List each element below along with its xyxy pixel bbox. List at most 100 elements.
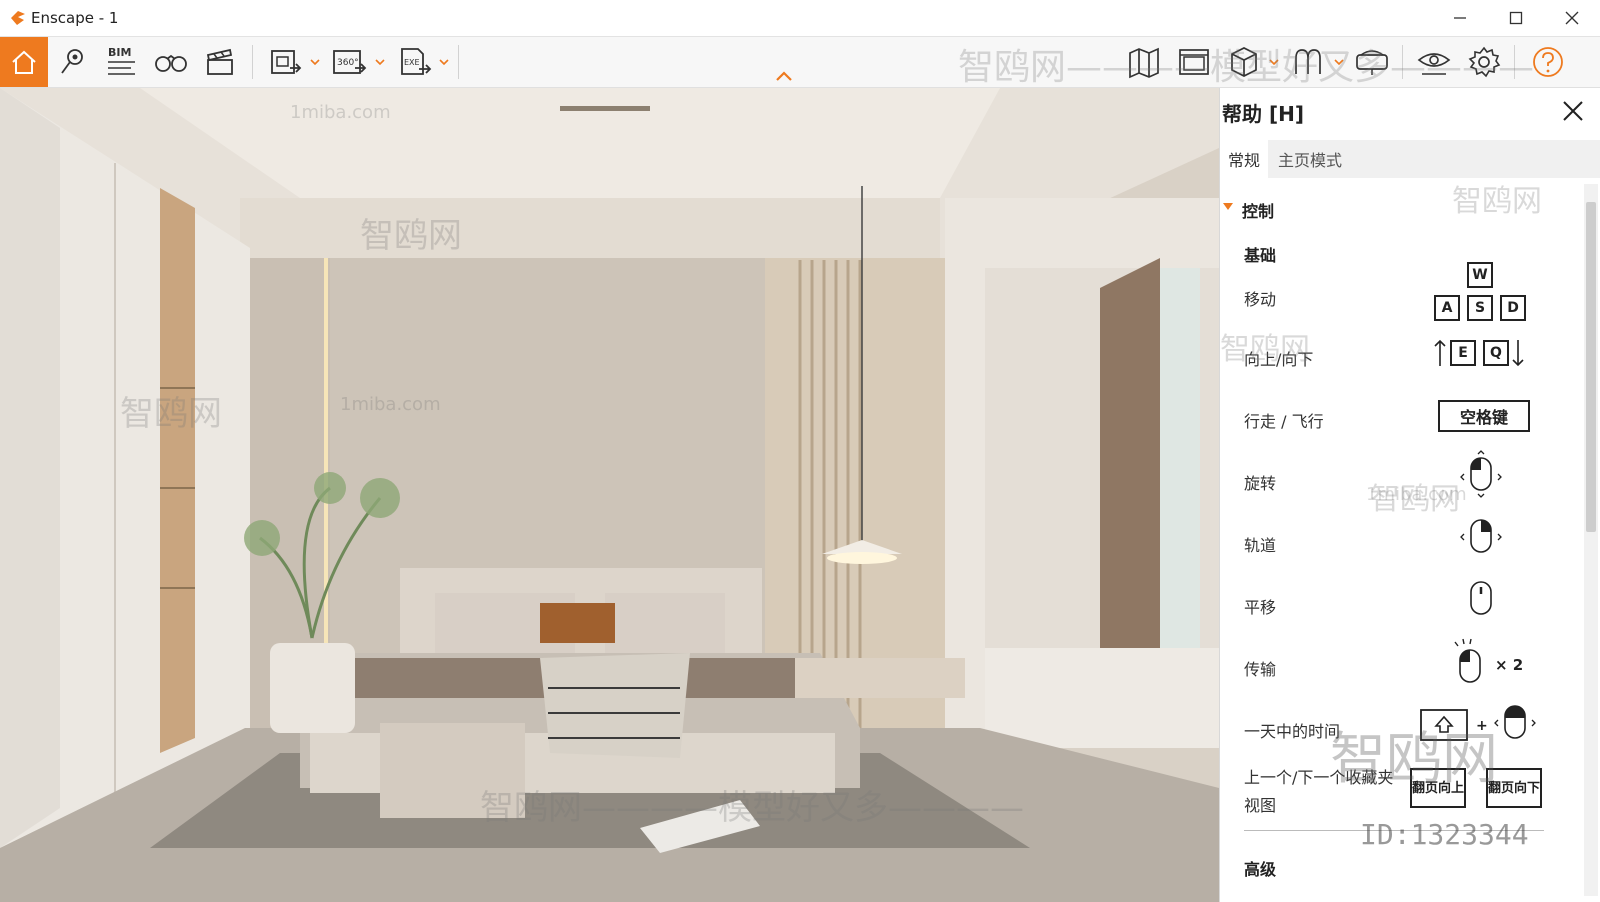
row-up-down-label: 向上/向下 xyxy=(1244,350,1314,369)
settings-gear-icon xyxy=(1468,46,1501,78)
tab-general[interactable]: 常规 xyxy=(1220,140,1269,178)
double-click-count: × 2 xyxy=(1495,656,1524,674)
bim-icon: BIM xyxy=(108,46,135,75)
caret-down-icon[interactable] xyxy=(1222,200,1234,212)
home-button[interactable] xyxy=(0,37,48,87)
toolbar-separator xyxy=(458,45,459,79)
key-s: S xyxy=(1467,295,1493,321)
view-management-icon xyxy=(1179,49,1209,75)
watermark-site: 1miba.com xyxy=(1366,484,1467,505)
help-icon xyxy=(1533,47,1563,77)
svg-text:360°: 360° xyxy=(337,58,359,68)
chevron-up-icon[interactable] xyxy=(774,69,794,83)
maximize-button[interactable] xyxy=(1488,0,1544,36)
settings-button[interactable] xyxy=(1464,42,1504,82)
home-icon xyxy=(12,50,36,74)
bedroom-render-image xyxy=(0,88,1219,902)
minimize-button[interactable] xyxy=(1432,0,1488,36)
row-rotate-label: 旋转 xyxy=(1244,474,1277,493)
key-space: 空格键 xyxy=(1438,400,1530,432)
exe-export-icon: EXE xyxy=(401,48,432,75)
window-title: Enscape - 1 xyxy=(31,9,119,27)
key-d: D xyxy=(1500,295,1526,321)
chevron-down-icon[interactable] xyxy=(374,56,386,68)
row-teleport-label: 传输 xyxy=(1244,660,1277,679)
maximize-icon xyxy=(1509,11,1523,25)
minimize-icon xyxy=(1454,17,1466,19)
mouse-double-click-icon xyxy=(1454,638,1481,683)
chevron-down-icon[interactable] xyxy=(1333,56,1345,68)
row-move-label: 移动 xyxy=(1244,290,1277,309)
help-panel-title: 帮助 [H] xyxy=(1222,102,1304,126)
close-icon xyxy=(1565,11,1579,25)
vr-headset-button[interactable] xyxy=(1352,42,1392,82)
bim-button[interactable]: BIM xyxy=(101,42,141,82)
basics-heading: 基础 xyxy=(1244,246,1277,265)
vr-headset-icon xyxy=(1356,50,1388,75)
row-pan-label: 平移 xyxy=(1244,598,1277,617)
map-button[interactable] xyxy=(1124,42,1164,82)
location-pin-icon xyxy=(61,49,83,74)
advanced-heading[interactable]: 高级 xyxy=(1244,856,1276,880)
exe-export-button[interactable]: EXE xyxy=(395,42,435,82)
watermark-brand: 智鸥网 xyxy=(1370,482,1460,517)
row-orbit-label: 轨道 xyxy=(1244,536,1277,555)
video-editor-button[interactable] xyxy=(200,42,240,82)
screenshot-export-icon xyxy=(271,50,302,74)
arrow-down-icon xyxy=(1512,340,1524,367)
scrollbar-thumb[interactable] xyxy=(1586,202,1596,532)
render-viewport[interactable]: 1miba.com 智鸥网 1miba.com 智鸥网 智鸥网————模型好又多… xyxy=(0,88,1219,902)
main-toolbar: BIM 360° EXE xyxy=(0,37,1600,88)
arrow-up-icon xyxy=(1434,339,1446,366)
toolbar-separator xyxy=(1402,45,1403,79)
close-window-button[interactable] xyxy=(1544,0,1600,36)
asset-library-button[interactable] xyxy=(1224,42,1264,82)
title-bar: Enscape - 1 xyxy=(0,0,1600,37)
map-icon xyxy=(1129,47,1159,79)
chevron-down-icon[interactable] xyxy=(438,56,450,68)
row-walk-fly-label: 行走 / 飞行 xyxy=(1244,412,1324,431)
view-management-button[interactable] xyxy=(1174,42,1214,82)
key-a: A xyxy=(1434,295,1460,321)
eye-icon xyxy=(1417,53,1451,75)
help-button[interactable] xyxy=(1528,42,1568,82)
svg-text:EXE: EXE xyxy=(404,58,420,67)
toolbar-separator xyxy=(252,45,253,79)
material-editor-button[interactable] xyxy=(1288,42,1328,82)
tab-home-mode[interactable]: 主页模式 xyxy=(1270,140,1350,178)
panorama-button[interactable]: 360° xyxy=(330,42,370,82)
asset-library-icon xyxy=(1231,47,1257,77)
enscape-logo-icon xyxy=(11,11,25,25)
toolbar-separator xyxy=(1514,45,1515,79)
chevron-down-icon[interactable] xyxy=(309,56,321,68)
binoculars-icon xyxy=(155,54,187,72)
mouse-middle-drag-icon xyxy=(1470,581,1492,615)
key-w: W xyxy=(1467,262,1493,288)
plus-sign: + xyxy=(1476,718,1488,734)
row-prev-next-view-label: 上一个/下一个收藏夹视图 xyxy=(1244,768,1394,815)
key-page-down: 翻页向下 xyxy=(1486,768,1542,808)
help-panel: 帮助 [H] 常规 主页模式 控制 基础 移动 W A S D 向上/向下 E … xyxy=(1219,88,1600,902)
clapperboard-icon xyxy=(206,48,233,75)
section-controls[interactable]: 控制 xyxy=(1242,198,1274,222)
mouse-right-drag-icon xyxy=(1494,705,1536,739)
mouse-right-drag-icon xyxy=(1460,519,1502,553)
screenshot-export-button[interactable] xyxy=(266,42,306,82)
watermark-brand: 智鸥网 xyxy=(1452,184,1542,219)
shift-key-icon xyxy=(1420,709,1468,741)
help-tabs: 常规 主页模式 xyxy=(1220,140,1600,178)
help-scrollbar[interactable] xyxy=(1584,184,1598,896)
binoculars-button[interactable] xyxy=(151,42,191,82)
visibility-button[interactable] xyxy=(1414,42,1454,82)
close-icon[interactable] xyxy=(1560,98,1586,124)
key-e: E xyxy=(1450,340,1476,366)
row-time-of-day-label: 一天中的时间 xyxy=(1244,722,1341,741)
material-editor-icon xyxy=(1295,49,1321,74)
panorama-360-icon: 360° xyxy=(333,50,367,74)
location-pin-button[interactable] xyxy=(52,42,92,82)
watermark-id: ID:1323344 xyxy=(1360,818,1529,851)
mouse-left-drag-icon xyxy=(1460,450,1502,498)
chevron-down-icon[interactable] xyxy=(1268,56,1280,68)
key-q: Q xyxy=(1483,340,1509,366)
svg-text:BIM: BIM xyxy=(108,46,131,59)
